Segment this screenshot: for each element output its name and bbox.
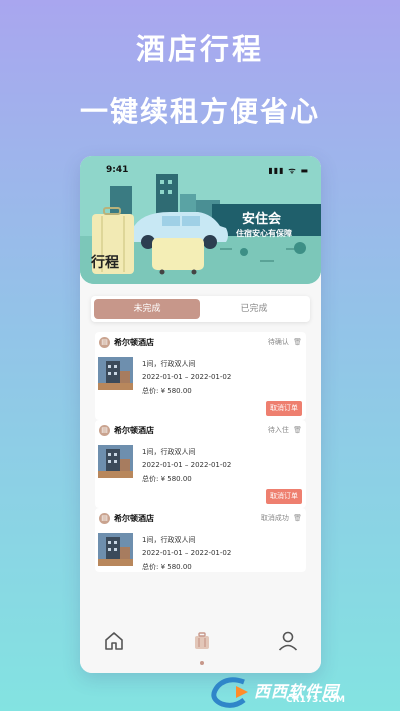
order-card[interactable]: ▤ 希尔顿酒店 取消成功 🗑 1间，行政双人间 2022-01-01 – 202… <box>95 508 306 572</box>
trash-icon[interactable]: 🗑 <box>293 426 302 434</box>
cancel-order-button[interactable]: 取消订单 <box>266 489 302 504</box>
total-price: 总价: ¥ 580.00 <box>142 563 192 571</box>
status-time: 9:41 <box>106 165 129 175</box>
order-status-label: 待确认 <box>267 338 289 346</box>
trash-icon[interactable]: 🗑 <box>293 338 302 346</box>
stay-dates: 2022-01-01 – 2022-01-02 <box>142 373 232 381</box>
hotel-thumbnail <box>98 357 133 390</box>
total-price: 总价: ¥ 580.00 <box>142 387 192 395</box>
stay-dates: 2022-01-01 – 2022-01-02 <box>142 549 232 557</box>
hotel-name: 希尔顿酒店 <box>114 426 154 435</box>
watermark-url: CR173.COM <box>286 695 345 705</box>
home-icon[interactable] <box>102 629 126 653</box>
order-status: 取消成功 🗑 <box>261 513 302 523</box>
active-indicator <box>200 661 204 665</box>
hotel-name: 希尔顿酒店 <box>114 338 154 347</box>
hotel-icon: ▤ <box>99 425 110 436</box>
hotel-thumbnail <box>98 533 133 566</box>
order-card[interactable]: ▤ 希尔顿酒店 待入住 🗑 1间，行政双人间 2022-01-01 – 2022… <box>95 420 306 508</box>
watermark: 西西软件园 CR173.COM <box>208 676 388 708</box>
page-title: 行程 <box>91 255 119 271</box>
order-tabs: 未完成 已完成 <box>91 296 310 322</box>
promo-title: 酒店行程 <box>135 32 264 66</box>
hotel-icon: ▤ <box>99 513 110 524</box>
order-status: 待入住 🗑 <box>268 425 302 435</box>
watermark-logo-icon <box>211 677 248 708</box>
total-price: 总价: ¥ 580.00 <box>142 475 192 483</box>
promo-subtitle: 一键续租方便省心 <box>79 95 320 128</box>
status-icons: ▮▮▮ ᯤ ▬ <box>268 166 309 175</box>
luggage-icon[interactable] <box>190 629 214 653</box>
stay-dates: 2022-01-01 – 2022-01-02 <box>142 461 232 469</box>
hotel-icon: ▤ <box>99 337 110 348</box>
order-status: 待确认 🗑 <box>268 337 302 347</box>
order-card[interactable]: ▤ 希尔顿酒店 待确认 🗑 1间，行政双人间 2022-01-01 – 2022… <box>95 332 306 420</box>
order-status-label: 待入住 <box>267 426 289 434</box>
brand-tagline: 住宿安心有保障 <box>236 229 292 238</box>
room-info: 1间，行政双人间 <box>142 360 196 368</box>
phone-mockup: 9:41 ▮▮▮ ᯤ ▬ 安住会 住宿安心有保障 行程 未完成 已完成 ▤ 希尔… <box>80 156 321 673</box>
tab-completed[interactable]: 已完成 <box>201 299 307 319</box>
hero-banner: 9:41 ▮▮▮ ᯤ ▬ 安住会 住宿安心有保障 行程 <box>80 156 321 284</box>
bottom-nav <box>80 615 321 673</box>
hotel-thumbnail <box>98 445 133 478</box>
brand-name: 安住会 <box>242 212 282 227</box>
trash-icon[interactable]: 🗑 <box>293 514 302 522</box>
room-info: 1间，行政双人间 <box>142 448 196 456</box>
room-info: 1间，行政双人间 <box>142 536 196 544</box>
hotel-name: 希尔顿酒店 <box>114 514 154 523</box>
cancel-order-button[interactable]: 取消订单 <box>266 401 302 416</box>
status-bar: 9:41 ▮▮▮ ᯤ ▬ <box>80 156 321 182</box>
user-icon[interactable] <box>276 629 300 653</box>
tab-incomplete[interactable]: 未完成 <box>94 299 200 319</box>
order-status-label: 取消成功 <box>260 514 289 522</box>
